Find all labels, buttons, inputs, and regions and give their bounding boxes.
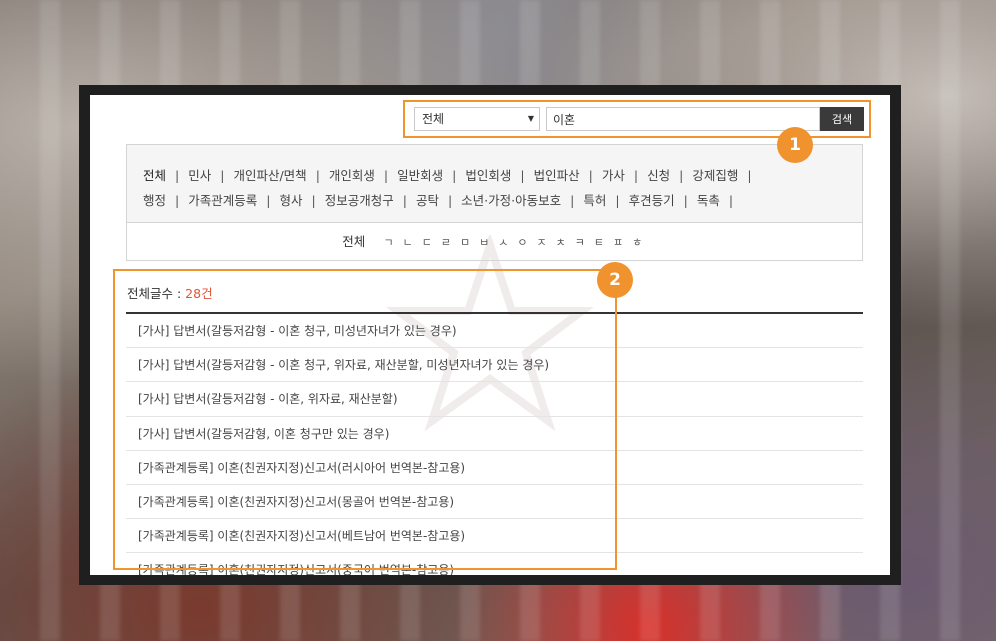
category-link[interactable]: 특허 bbox=[583, 193, 606, 208]
result-count-value: 28건 bbox=[185, 286, 213, 301]
category-list: 전체 | 민사 | 개인파산/면책 | 개인회생 | 일반회생 | 법인회생 | 법인파산 | 가사 | 신청 |… bbox=[127, 145, 862, 223]
category-separator: | bbox=[570, 193, 575, 208]
alpha-filter-letter[interactable]: ㅍ bbox=[613, 224, 623, 262]
list-item[interactable]: [가족관계등록] 이혼(친권자지정)신고서(러시아어 번역본-참고용) bbox=[126, 451, 863, 485]
category-separator: | bbox=[315, 168, 320, 183]
category-separator: | bbox=[452, 168, 457, 183]
alpha-filter-all[interactable]: 전체 bbox=[342, 234, 365, 249]
search-button[interactable]: 검색 bbox=[820, 107, 864, 131]
category-separator: | bbox=[402, 193, 407, 208]
alpha-filter-letter[interactable]: ㅎ bbox=[632, 224, 642, 262]
category-link[interactable]: 강제집행 bbox=[692, 168, 738, 183]
search-scope-value: 전체 bbox=[422, 112, 445, 126]
search-scope-select[interactable]: 전체 ▼ bbox=[414, 107, 540, 131]
category-separator: | bbox=[747, 168, 752, 183]
category-separator: | bbox=[683, 193, 688, 208]
search-input[interactable] bbox=[546, 107, 820, 131]
alpha-filter-letter[interactable]: ㅁ bbox=[460, 224, 470, 262]
category-separator: | bbox=[175, 193, 180, 208]
category-link[interactable]: 가사 bbox=[602, 168, 625, 183]
result-count: 전체글수 : 28건 bbox=[127, 283, 213, 302]
list-item[interactable]: [가족관계등록] 이혼(친권자지정)신고서(몽골어 번역본-참고용) bbox=[126, 485, 863, 520]
category-separator: | bbox=[311, 193, 316, 208]
category-separator: | bbox=[588, 168, 593, 183]
alpha-filter-letter[interactable]: ㅊ bbox=[556, 224, 566, 262]
category-link[interactable]: 가족관계등록 bbox=[188, 193, 257, 208]
list-item[interactable]: [가사] 답변서(갈등저감형 - 이혼 청구, 미성년자녀가 있는 경우) bbox=[126, 314, 863, 349]
category-link[interactable]: 개인파산/면책 bbox=[233, 168, 306, 183]
alpha-filter-letter[interactable]: ㄹ bbox=[441, 224, 451, 262]
category-separator: | bbox=[728, 193, 734, 208]
alpha-filter-letter[interactable]: ㅅ bbox=[498, 224, 508, 262]
list-item[interactable]: [가사] 답변서(갈등저감형, 이혼 청구만 있는 경우) bbox=[126, 417, 863, 451]
result-count-label: 전체글수 : bbox=[127, 286, 186, 301]
category-separator: | bbox=[615, 193, 620, 208]
category-link[interactable]: 개인회생 bbox=[329, 168, 375, 183]
category-link[interactable]: 민사 bbox=[188, 168, 211, 183]
alpha-filter-letter[interactable]: ㄱ bbox=[384, 224, 394, 262]
category-separator: | bbox=[383, 168, 389, 183]
result-list: [가사] 답변서(갈등저감형 - 이혼 청구, 미성년자녀가 있는 경우) [가사… bbox=[126, 314, 863, 575]
list-item[interactable]: [가사] 답변서(갈등저감형 - 이혼, 위자료, 재산분할) bbox=[126, 382, 863, 417]
category-separator: | bbox=[679, 168, 684, 183]
alpha-filter-letter[interactable]: ㅇ bbox=[517, 224, 527, 262]
category-link[interactable]: 후견등기 bbox=[629, 193, 675, 208]
category-link[interactable]: 정보공개청구 bbox=[325, 193, 394, 208]
category-separator: | bbox=[175, 168, 180, 183]
category-row-2: 행정 | 가족관계등록 | 형사 | 정보공개청구 | 공탁 | 소년·가정·아동보호 | 특허 | 후견등… bbox=[143, 188, 862, 213]
list-item[interactable]: [가사] 답변서(갈등저감형 - 이혼 청구, 위자료, 재산분할, 미성년자녀… bbox=[126, 348, 863, 383]
category-link[interactable]: 독촉 bbox=[697, 193, 720, 208]
alpha-filter-letter[interactable]: ㅋ bbox=[575, 224, 585, 262]
list-item[interactable]: [가족관계등록] 이혼(친권자지정)신고서(베트남어 번역본-참고용) bbox=[126, 519, 863, 554]
dropdown-arrow-icon: ▼ bbox=[527, 114, 534, 123]
category-link[interactable]: 법인회생 bbox=[465, 168, 511, 183]
category-link[interactable]: 전체 bbox=[143, 168, 166, 183]
category-row-1: 전체 | 민사 | 개인파산/면책 | 개인회생 | 일반회생 | 법인회생 | 법인파산 | 가사 | 신청 |… bbox=[143, 163, 862, 188]
category-link[interactable]: 신청 bbox=[647, 168, 670, 183]
category-link[interactable]: 행정 bbox=[143, 193, 166, 208]
alpha-filter-letter[interactable]: ㄷ bbox=[422, 224, 432, 262]
category-separator: | bbox=[266, 193, 271, 208]
alpha-filter-letter[interactable]: ㅂ bbox=[479, 224, 489, 262]
alpha-filter-letter[interactable]: ㄴ bbox=[403, 224, 413, 262]
content-panel: 전체 ▼ 검색 전체 | 민사 | 개인파산/면책 | 개인회생 | 일반회생 | 법인회생 | 법인파… bbox=[90, 95, 890, 575]
screenshot-frame: 전체 ▼ 검색 전체 | 민사 | 개인파산/면책 | 개인회생 | 일반회생 | 법인회생 | 법인파… bbox=[79, 85, 901, 585]
category-link[interactable]: 소년·가정·아동보호 bbox=[461, 193, 561, 208]
category-link[interactable]: 공탁 bbox=[416, 193, 439, 208]
category-separator: | bbox=[220, 168, 225, 183]
annotation-badge-1: 1 bbox=[777, 127, 813, 163]
category-link[interactable]: 법인파산 bbox=[534, 168, 580, 183]
category-filter-box: 전체 | 민사 | 개인파산/면책 | 개인회생 | 일반회생 | 법인회생 | 법인파산 | 가사 | 신청 |… bbox=[126, 144, 863, 261]
category-link[interactable]: 형사 bbox=[279, 193, 302, 208]
annotation-badge-2: 2 bbox=[597, 262, 633, 298]
initial-consonant-filter: 전체 ㄱㄴㄷㄹㅁㅂㅅㅇㅈㅊㅋㅌㅍㅎ bbox=[127, 223, 862, 261]
alpha-filter-letter[interactable]: ㅌ bbox=[594, 224, 604, 262]
category-separator: | bbox=[633, 168, 639, 183]
alpha-filter-letter[interactable]: ㅈ bbox=[537, 224, 547, 262]
category-link[interactable]: 일반회생 bbox=[397, 168, 443, 183]
category-separator: | bbox=[520, 168, 525, 183]
category-separator: | bbox=[447, 193, 453, 208]
list-item[interactable]: [가족관계등록] 이혼(친권자지정)신고서(중국어 번역본-참고용) bbox=[126, 553, 863, 575]
